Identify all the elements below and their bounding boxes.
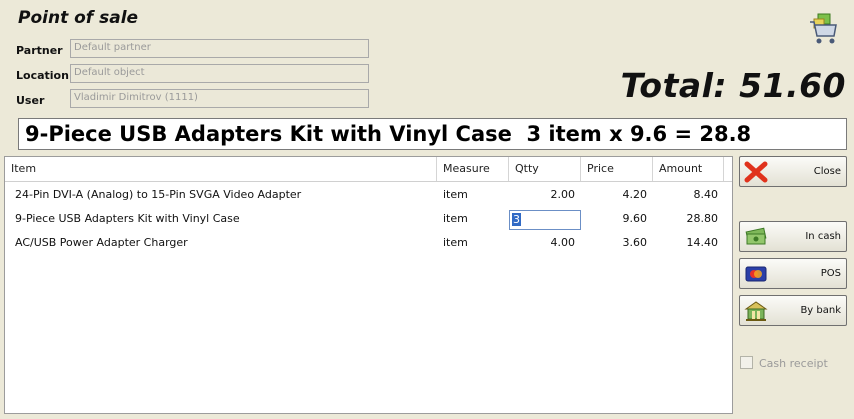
table-header: Item Measure Qtty Price Amount xyxy=(5,157,732,182)
pos-button-label: POS xyxy=(820,268,841,279)
shopping-cart-icon xyxy=(810,13,837,44)
cell-item: 9-Piece USB Adapters Kit with Vinyl Case xyxy=(15,212,240,225)
cell-item: 24-Pin DVI-A (Analog) to 15-Pin SVGA Vid… xyxy=(15,188,302,201)
cell-price: 9.60 xyxy=(622,212,648,225)
column-header-measure[interactable]: Measure xyxy=(437,157,509,181)
partner-field[interactable]: Default partner xyxy=(70,39,369,58)
in-cash-button[interactable]: In cash xyxy=(739,221,847,252)
cell-item: AC/USB Power Adapter Charger xyxy=(15,236,188,249)
bank-icon xyxy=(744,301,768,321)
cell-qtty[interactable]: 2.00 xyxy=(509,183,581,207)
cell-measure: item xyxy=(443,212,468,225)
total-amount: Total: 51.60 xyxy=(620,66,846,105)
close-button-label: Close xyxy=(813,166,841,177)
location-label: Location xyxy=(16,69,69,82)
pos-button[interactable]: POS xyxy=(739,258,847,289)
items-table[interactable]: Item Measure Qtty Price Amount 24-Pin DV… xyxy=(4,156,733,414)
qtty-edit-value: 3 xyxy=(512,213,521,226)
table-row[interactable]: AC/USB Power Adapter Charger item 4.00 3… xyxy=(5,231,732,255)
card-icon xyxy=(745,266,767,282)
close-button[interactable]: Close xyxy=(739,156,847,187)
banknotes-icon xyxy=(745,227,767,245)
cell-amount: 28.80 xyxy=(686,212,719,225)
checkbox-box[interactable] xyxy=(740,356,753,369)
column-header-item[interactable]: Item xyxy=(5,157,437,181)
cell-price: 3.60 xyxy=(622,236,648,249)
cell-measure: item xyxy=(443,188,468,201)
cash-receipt-checkbox[interactable]: Cash receipt xyxy=(740,356,828,370)
current-line-display: 9-Piece USB Adapters Kit with Vinyl Case… xyxy=(18,118,847,150)
red-x-icon xyxy=(744,161,768,183)
by-bank-button-label: By bank xyxy=(800,305,841,316)
cell-qtty[interactable]: 4.00 xyxy=(509,231,581,255)
by-bank-button[interactable]: By bank xyxy=(739,295,847,326)
cell-price: 4.20 xyxy=(622,188,648,201)
column-header-amount[interactable]: Amount xyxy=(653,157,724,181)
column-header-qtty[interactable]: Qtty xyxy=(509,157,581,181)
qtty-edit-input[interactable]: 3 xyxy=(509,210,581,230)
column-header-price[interactable]: Price xyxy=(581,157,653,181)
cash-receipt-label: Cash receipt xyxy=(759,357,828,370)
in-cash-button-label: In cash xyxy=(805,231,841,242)
partner-label: Partner xyxy=(16,44,63,57)
user-label: User xyxy=(16,94,45,107)
page-title: Point of sale xyxy=(18,8,139,28)
location-field[interactable]: Default object xyxy=(70,64,369,83)
cell-measure: item xyxy=(443,236,468,249)
user-field[interactable]: Vladimir Dimitrov (1111) xyxy=(70,89,369,108)
table-row[interactable]: 24-Pin DVI-A (Analog) to 15-Pin SVGA Vid… xyxy=(5,183,732,207)
cell-amount: 8.40 xyxy=(693,188,719,201)
table-row[interactable]: 9-Piece USB Adapters Kit with Vinyl Case… xyxy=(5,207,732,231)
cell-amount: 14.40 xyxy=(686,236,719,249)
